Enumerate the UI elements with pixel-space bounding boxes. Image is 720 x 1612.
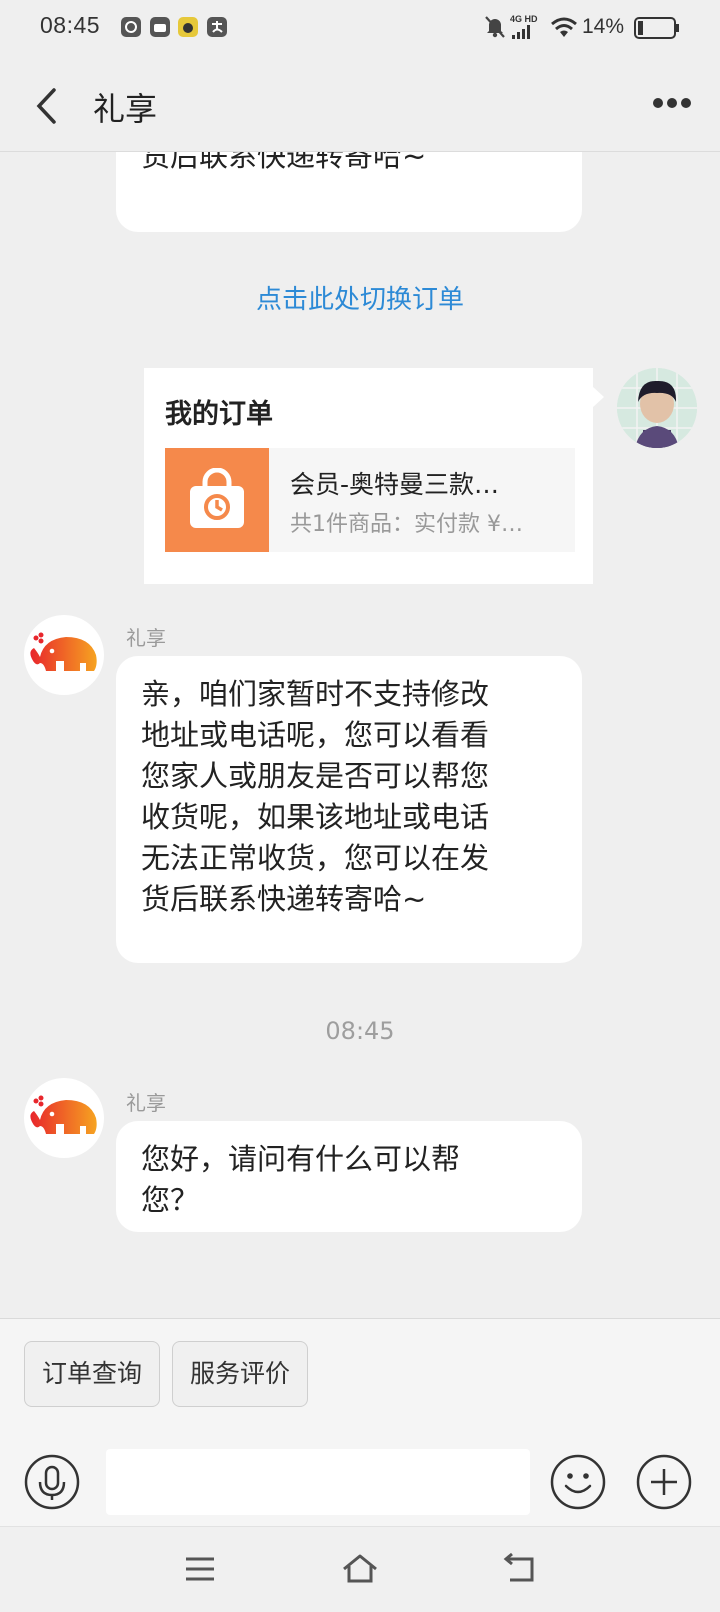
switch-order-link[interactable]: 点击此处切换订单 [0,279,720,316]
message-line: 收货呢，如果该地址或电话 [141,800,490,834]
elephant-logo-icon [30,1095,97,1134]
notification-app-icon [178,17,198,37]
order-thumbnail [165,448,269,552]
user-avatar[interactable] [617,368,697,448]
chat-header: 礼享 [0,56,720,152]
notification-app-icon [121,17,141,37]
order-card[interactable]: 我的订单 会员-奥特曼三款… 共1件商品：实付款 ¥… [144,368,593,584]
voice-input-icon[interactable] [24,1454,80,1510]
notification-app-icon [150,17,170,37]
message-bubble: 货后联系快递转寄哈~ [116,152,582,232]
shop-avatar[interactable] [24,615,104,695]
add-more-icon[interactable] [636,1454,692,1510]
elephant-logo-icon [30,632,97,671]
order-item-name: 会员-奥特曼三款… [290,470,500,499]
quick-action-bar: 订单查询 服务评价 [0,1318,720,1434]
user-avatar-image [617,368,697,448]
message-line: 货后联系快递转寄哈~ [141,882,427,916]
message-input-row [0,1434,720,1526]
order-query-button[interactable]: 订单查询 [24,1341,160,1407]
battery-percent: 14% [582,15,625,38]
signal-icon [512,25,530,39]
order-item-summary: 共1件商品：实付款 ¥… [290,512,523,537]
service-rating-button[interactable]: 服务评价 [172,1341,308,1407]
order-item[interactable]: 会员-奥特曼三款… 共1件商品：实付款 ¥… [165,448,575,552]
sender-name: 礼享 [126,1091,166,1115]
message-bubble: 您好，请问有什么可以帮 您？ [116,1121,582,1232]
back-nav-icon[interactable] [500,1551,540,1587]
home-icon[interactable] [340,1551,380,1587]
alipay-icon [207,17,227,37]
more-options-icon[interactable] [652,96,692,110]
message-line: 您好，请问有什么可以帮 [141,1142,461,1176]
message-line: 无法正常收货，您可以在发 [141,841,490,875]
system-nav-bar [0,1526,720,1612]
mute-icon [485,16,505,38]
chat-message-list[interactable]: 货后联系快递转寄哈~ 点击此处切换订单 我的订单 会员-奥特曼三款… 共1件商品… [0,152,720,1318]
emoji-icon[interactable] [550,1454,606,1510]
message-text: 货后联系快递转寄哈~ [141,152,427,173]
time-divider: 08:45 [325,1017,395,1045]
battery-icon [634,17,679,39]
message-input[interactable] [106,1449,530,1515]
order-card-title: 我的订单 [165,399,273,430]
page-title: 礼享 [93,90,158,128]
message-line: 您？ [141,1183,200,1217]
message-line: 亲，咱们家暂时不支持修改 [141,677,490,711]
sender-name: 礼享 [126,626,166,650]
shopping-bag-icon [190,468,244,528]
message-line: 地址或电话呢，您可以看看 [141,718,490,752]
shop-avatar[interactable] [24,1078,104,1158]
wifi-icon [551,17,577,37]
status-bar: 08:45 4G HD 14% [0,0,720,56]
menu-icon[interactable] [180,1551,220,1587]
network-label: 4G HD [510,14,538,24]
bubble-tail [592,386,604,408]
message-line: 您家人或朋友是否可以帮您 [141,759,490,793]
status-time: 08:45 [40,12,101,38]
message-bubble: 亲，咱们家暂时不支持修改 地址或电话呢，您可以看看 您家人或朋友是否可以帮您 收… [116,656,582,963]
back-arrow-icon[interactable] [32,86,62,126]
